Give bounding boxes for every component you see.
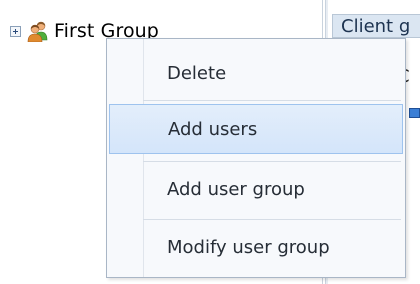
- menu-item-add-user-group[interactable]: Add user group: [109, 165, 403, 215]
- menu-separator: [143, 161, 401, 162]
- menu-item-label: Add user group: [167, 179, 305, 200]
- menu-item-modify-user-group[interactable]: Modify user group: [109, 223, 403, 273]
- menu-separator: [143, 100, 401, 101]
- menu-item-label: Modify user group: [167, 237, 330, 258]
- status-icon: [409, 108, 420, 118]
- menu-item-delete[interactable]: Delete: [109, 49, 403, 99]
- menu-separator: [143, 219, 401, 220]
- menu-item-label: Add users: [168, 119, 258, 140]
- expand-plus-icon[interactable]: [10, 25, 21, 37]
- menu-item-label: Delete: [167, 63, 227, 84]
- context-menu: Delete Add users Add user group Modify u…: [106, 38, 406, 278]
- menu-item-add-users[interactable]: Add users: [109, 104, 403, 154]
- user-group-icon: [27, 21, 48, 42]
- tab-client[interactable]: Client g: [332, 14, 420, 38]
